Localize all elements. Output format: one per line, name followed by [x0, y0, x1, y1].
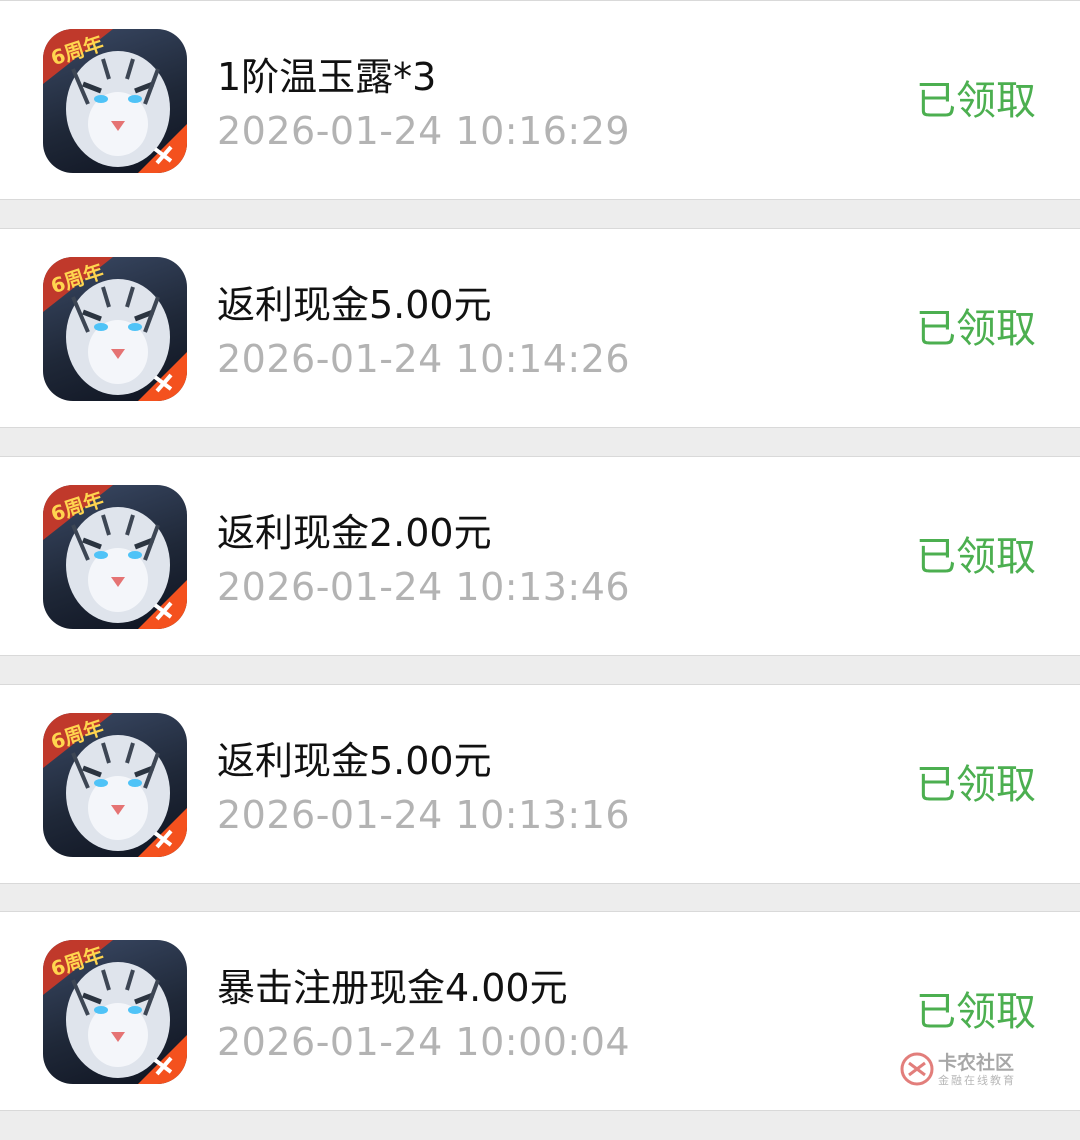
game-app-icon: 6周年: [43, 29, 187, 173]
claimed-status: 已领取: [916, 306, 1036, 352]
list-item[interactable]: 6周年 返利现金5.00元 2026-01-24 10:14:26 已领取: [0, 228, 1080, 428]
claimed-status: 已领取: [916, 989, 1036, 1035]
watermark: 卡农社区 金融在线教育: [900, 1050, 1030, 1090]
reward-title: 暴击注册现金4.00元: [217, 966, 568, 1010]
reward-title: 1阶温玉露*3: [217, 55, 437, 99]
reward-time: 2026-01-24 10:13:16: [217, 793, 631, 837]
watermark-subtitle: 金融在线教育: [938, 1074, 1016, 1087]
watermark-logo-icon: [900, 1052, 934, 1086]
reward-time: 2026-01-24 10:16:29: [217, 109, 631, 153]
game-app-icon: 6周年: [43, 485, 187, 629]
reward-title: 返利现金2.00元: [217, 511, 492, 555]
claimed-status: 已领取: [916, 78, 1036, 124]
reward-title: 返利现金5.00元: [217, 283, 492, 327]
reward-time: 2026-01-24 10:13:46: [217, 565, 631, 609]
reward-title: 返利现金5.00元: [217, 739, 492, 783]
reward-record-list: 6周年 1阶温玉露*3 2026-01-24 10:16:29 已领取 6周年: [0, 0, 1080, 1140]
list-item[interactable]: 6周年 返利现金5.00元 2026-01-24 10:13:16 已领取: [0, 684, 1080, 884]
reward-time: 2026-01-24 10:14:26: [217, 337, 631, 381]
list-item[interactable]: 6周年 返利现金2.00元 2026-01-24 10:13:46 已领取: [0, 456, 1080, 656]
claimed-status: 已领取: [916, 534, 1036, 580]
list-item[interactable]: 6周年 1阶温玉露*3 2026-01-24 10:16:29 已领取: [0, 0, 1080, 200]
claimed-status: 已领取: [916, 762, 1036, 808]
reward-time: 2026-01-24 10:00:04: [217, 1020, 631, 1064]
game-app-icon: 6周年: [43, 940, 187, 1084]
game-app-icon: 6周年: [43, 713, 187, 857]
game-app-icon: 6周年: [43, 257, 187, 401]
watermark-title: 卡农社区: [938, 1052, 1015, 1074]
